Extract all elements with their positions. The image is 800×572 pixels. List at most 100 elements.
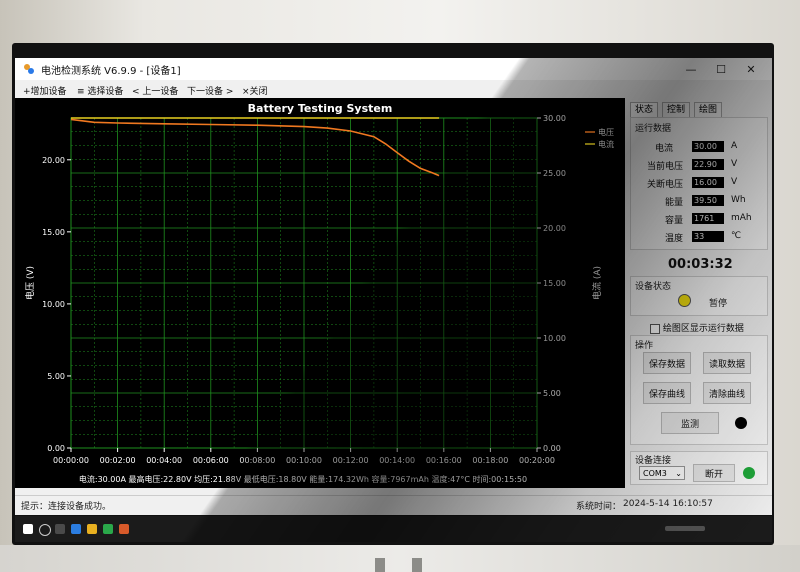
capacity-label: 容量 [664, 216, 683, 226]
next-device-menu[interactable]: 下一设备 > [187, 84, 233, 97]
chart-svg: Battery Testing System 00:00:00 00:02:00 0… [24, 102, 614, 484]
chart-series [70, 117, 440, 177]
tab-plot[interactable]: 绘图 [694, 102, 723, 117]
y-right-tick-label: 30.00 [543, 114, 566, 123]
legend-voltage: 电压 [598, 127, 614, 137]
disconnect-button[interactable]: 断开 [693, 464, 735, 482]
show-run-data-option[interactable]: 绘图区显示运行数据 [650, 321, 744, 334]
start-icon[interactable] [23, 524, 33, 534]
clear-curve-button[interactable]: 清除曲线 [703, 382, 751, 404]
x-tick-label: 00:00:00 [53, 456, 89, 465]
x-tick-label: 00:18:00 [472, 456, 508, 465]
battery-app-icon [24, 64, 34, 74]
connection-group: 设备连接 COM3 ⌄ 断开 [630, 451, 768, 485]
capacity-unit: mAh [731, 213, 752, 223]
chart-grid [70, 117, 538, 449]
maximize-button[interactable]: ☐ [705, 59, 737, 79]
add-device-menu[interactable]: +增加设备 [23, 84, 67, 97]
elapsed-timer: 00:03:32 [668, 257, 733, 272]
temperature-label: 温度 [664, 234, 683, 244]
monitor-stand-right [412, 558, 422, 572]
cutoff-voltage-unit: V [731, 177, 738, 187]
device-status-label: 设备状态 [635, 282, 672, 292]
operations-label: 操作 [635, 341, 654, 351]
x-tick-label: 00:08:00 [239, 456, 275, 465]
energy-label: 能量 [664, 198, 683, 208]
run-data-group: 运行数据 电流 30.00 A 当前电压 22.90 V 关断电压 16.00 … [630, 117, 768, 250]
window-title: 电池检测系统 V6.9.9 - [设备1] [41, 66, 181, 77]
close-menu[interactable]: ×关闭 [242, 84, 268, 97]
read-data-button[interactable]: 读取数据 [703, 352, 751, 374]
y-left-tick-label: 0.00 [47, 444, 65, 453]
tab-status[interactable]: 状态 [630, 102, 659, 117]
y-left-tick-label: 10.00 [42, 300, 65, 309]
y-right-tick-label: 10.00 [543, 334, 566, 343]
voltage-label: 当前电压 [646, 162, 683, 172]
run-data-label: 运行数据 [635, 124, 672, 134]
system-tray-icon [665, 526, 705, 531]
tab-control[interactable]: 控制 [662, 102, 691, 117]
title-bar: 电池检测系统 V6.9.9 - [设备1] — ☐ ✕ [15, 58, 772, 80]
system-time: 2024-5-14 16:10:57 [623, 499, 713, 509]
x-tick-label: 00:02:00 [100, 456, 136, 465]
chart-summary: 电流:30.00A 最高电压:22.80V 均压:21.88V 最低电压:18.… [79, 474, 527, 484]
browser-icon[interactable] [71, 524, 81, 534]
energy-value: 39.50 [692, 195, 724, 206]
y-left-tick-label: 20.00 [42, 156, 65, 165]
cutoff-voltage-label: 关断电压 [646, 180, 683, 190]
taskbar [15, 516, 772, 542]
show-run-data-checkbox[interactable] [650, 323, 660, 334]
monitor-stand-left [375, 558, 385, 572]
current-value: 30.00 [692, 141, 724, 152]
system-time-label: 系统时间： [576, 502, 622, 512]
chat-icon[interactable] [103, 524, 113, 534]
connection-indicator-icon [743, 467, 755, 479]
voltage-unit: V [731, 159, 738, 169]
chart-legend: 电压 电流 [585, 127, 614, 149]
search-icon[interactable] [39, 524, 51, 536]
status-indicator-icon [678, 294, 691, 307]
monitor-indicator-icon [735, 417, 747, 429]
prev-device-menu[interactable]: < 上一设备 [132, 84, 178, 97]
monitor-button[interactable]: 监测 [661, 412, 719, 434]
save-data-button[interactable]: 保存数据 [643, 352, 691, 374]
show-run-data-label: 绘图区显示运行数据 [662, 324, 744, 334]
temperature-value: 33 [692, 231, 724, 242]
chevron-down-icon: ⌄ [675, 469, 682, 478]
app-window: 电池检测系统 V6.9.9 - [设备1] — ☐ ✕ +增加设备 ≡ 选择设备… [15, 58, 772, 515]
energy-unit: Wh [731, 195, 746, 205]
port-select[interactable]: COM3 ⌄ [639, 466, 685, 480]
y-left-tick-label: 15.00 [42, 228, 65, 237]
capacity-value: 1761 [692, 213, 724, 224]
voltage-value: 22.90 [692, 159, 724, 170]
temperature-unit: ℃ [731, 231, 742, 241]
y-axis-left-label: 电压 (V) [24, 266, 36, 300]
chart-title: Battery Testing System [248, 102, 393, 115]
save-curve-button[interactable]: 保存曲线 [643, 382, 691, 404]
status-hint: 提示：连接设备成功。 [21, 502, 112, 512]
x-tick-label: 00:04:00 [146, 456, 182, 465]
select-device-menu[interactable]: ≡ 选择设备 [77, 84, 123, 97]
close-button[interactable]: ✕ [735, 59, 767, 79]
legend-current: 电流 [598, 139, 614, 149]
y-right-tick-label: 5.00 [543, 389, 561, 398]
current-label: 电流 [654, 144, 673, 154]
voltage-series-line [70, 118, 440, 177]
task-view-icon[interactable] [55, 524, 65, 534]
port-value: COM3 [643, 469, 667, 478]
y-right-tick-label: 25.00 [543, 169, 566, 178]
chart-area: Battery Testing System 00:00:00 00:02:00 0… [15, 98, 625, 488]
device-status-value: 暂停 [709, 299, 728, 309]
status-bar: 提示：连接设备成功。 系统时间： 2024-5-14 16:10:57 [15, 495, 772, 514]
menu-bar: +增加设备 ≡ 选择设备 < 上一设备 下一设备 > ×关闭 [15, 81, 772, 98]
current-unit: A [731, 141, 738, 151]
minimize-button[interactable]: — [675, 59, 707, 79]
x-tick-label: 00:12:00 [333, 456, 369, 465]
folder-icon[interactable] [87, 524, 97, 534]
x-tick-label: 00:20:00 [519, 456, 555, 465]
battery-app-taskbar-icon[interactable] [119, 524, 129, 534]
x-tick-label: 00:10:00 [286, 456, 322, 465]
operations-group: 操作 保存数据 读取数据 保存曲线 清除曲线 监测 [630, 335, 768, 445]
connection-label: 设备连接 [635, 456, 672, 466]
y-right-tick-label: 0.00 [543, 444, 561, 453]
